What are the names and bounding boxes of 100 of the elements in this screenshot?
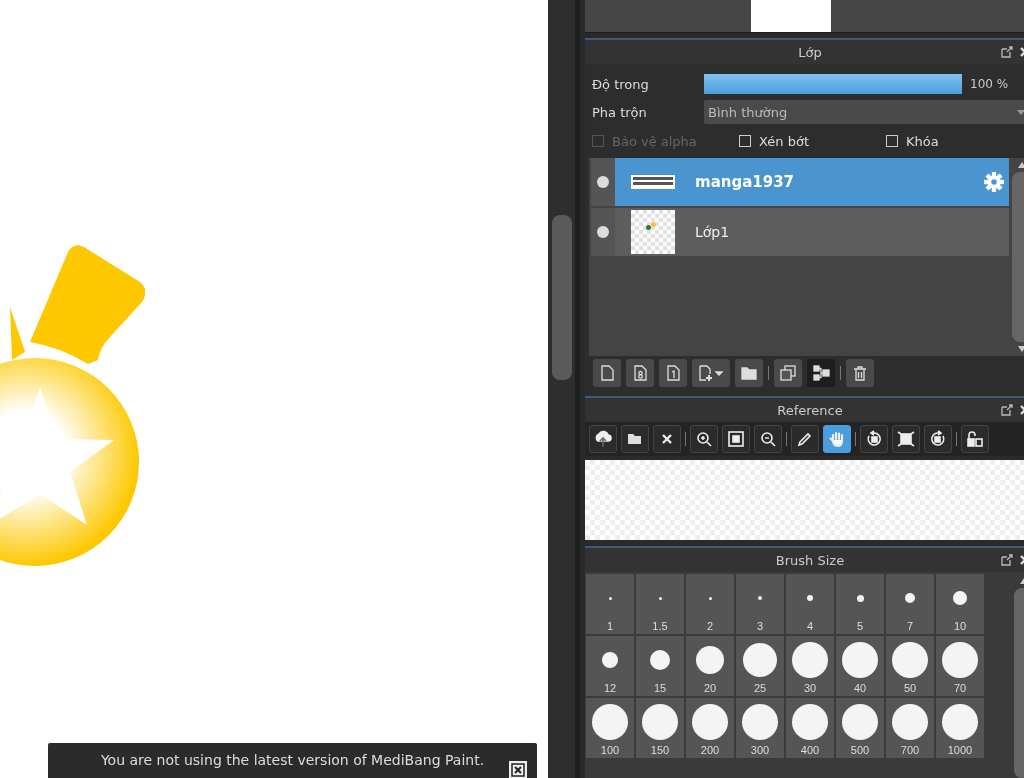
- brush-size-button[interactable]: 100: [586, 698, 634, 758]
- brush-size-button[interactable]: 20: [686, 636, 734, 696]
- toolbar-button[interactable]: [754, 425, 782, 453]
- brush-size-button[interactable]: 7: [886, 574, 934, 634]
- brush-size-button[interactable]: 700: [886, 698, 934, 758]
- layer-name: manga1937: [695, 173, 796, 191]
- brush-dot-icon: [743, 643, 777, 677]
- opacity-slider[interactable]: [704, 74, 962, 94]
- toolbar-button[interactable]: [807, 359, 835, 387]
- brush-dot-icon: [608, 596, 612, 600]
- brush-size-button[interactable]: 5: [836, 574, 884, 634]
- toolbar-button[interactable]: [626, 359, 654, 387]
- page-icon: [598, 364, 616, 382]
- layer-item[interactable]: Lớp1: [615, 208, 1009, 256]
- toolbar-button[interactable]: [692, 359, 730, 387]
- toolbar-button[interactable]: [924, 425, 952, 453]
- brush-dot-icon: [642, 704, 678, 740]
- layer-option-checkbox[interactable]: Khóa: [886, 133, 1024, 149]
- blend-mode-dropdown[interactable]: Bình thường: [704, 100, 1024, 124]
- zoom-out-icon: [759, 430, 777, 448]
- brush-size-button[interactable]: 15: [636, 636, 684, 696]
- panel-title: Lớp: [797, 44, 823, 60]
- brush-dot-icon: [807, 595, 813, 601]
- brush-size-button[interactable]: 300: [736, 698, 784, 758]
- toolbar-button[interactable]: [735, 359, 763, 387]
- notification-message: You are not using the latest version of MediBang Paint.: [100, 751, 485, 769]
- brush-size-button[interactable]: 10: [936, 574, 984, 634]
- rotate-right-icon: [929, 430, 947, 448]
- toolbar-button[interactable]: [961, 425, 989, 453]
- up-arrow-icon[interactable]: [1018, 162, 1024, 168]
- brush-dot-icon: [792, 642, 828, 678]
- opacity-value: 100 %: [970, 77, 1009, 91]
- pop-out-icon[interactable]: [1001, 46, 1013, 58]
- down-arrow-icon[interactable]: [1018, 346, 1024, 352]
- gear-icon[interactable]: [983, 171, 1005, 193]
- pop-out-icon[interactable]: [1001, 554, 1013, 566]
- visibility-toggle[interactable]: [591, 208, 615, 256]
- layer-item[interactable]: manga1937: [615, 158, 1009, 206]
- toolbar-button[interactable]: [722, 425, 750, 453]
- brush-size-button[interactable]: 2: [686, 574, 734, 634]
- visibility-toggle[interactable]: [591, 158, 615, 206]
- rotate-left-icon: [865, 430, 883, 448]
- fit-icon: [727, 430, 745, 448]
- stacked-pages-icon: [779, 364, 797, 382]
- brush-dot-icon: [692, 704, 728, 740]
- brush-dot-icon: [856, 594, 864, 602]
- scrollbar-thumb[interactable]: [551, 215, 572, 380]
- canvas-scrollbar[interactable]: [548, 0, 580, 778]
- panel-title: Reference: [776, 402, 844, 418]
- toolbar-button[interactable]: [589, 425, 617, 453]
- hand-icon: [828, 430, 846, 448]
- expand-icon: [897, 430, 915, 448]
- opacity-label: Độ trong: [591, 76, 650, 92]
- brush-size-button[interactable]: 12: [586, 636, 634, 696]
- brush-size-button[interactable]: 500: [836, 698, 884, 758]
- brush-dot-icon: [953, 591, 967, 605]
- page-plus-icon: [697, 364, 725, 382]
- layer-option-checkbox[interactable]: Xén bớt: [739, 133, 886, 149]
- brush-size-button[interactable]: 4: [786, 574, 834, 634]
- upload-icon: [594, 430, 612, 448]
- brush-size-button[interactable]: 1000: [936, 698, 984, 758]
- brush-dot-icon: [792, 704, 828, 740]
- brush-size-button[interactable]: 70: [936, 636, 984, 696]
- close-icon: [511, 763, 525, 777]
- brush-size-button[interactable]: 400: [786, 698, 834, 758]
- brush-size-button[interactable]: 25: [736, 636, 784, 696]
- page-1-icon: [664, 364, 682, 382]
- brush-dot-icon: [942, 642, 978, 678]
- brush-dot-icon: [708, 596, 712, 600]
- brush-dot-icon: [842, 704, 878, 740]
- brush-dot-icon: [602, 652, 618, 668]
- brush-dot-icon: [650, 650, 670, 670]
- toolbar-button[interactable]: [892, 425, 920, 453]
- toolbar-button[interactable]: [690, 425, 718, 453]
- panel-title: Brush Size: [774, 552, 846, 568]
- caret-icon: [1017, 109, 1024, 115]
- toolbar-button[interactable]: [791, 425, 819, 453]
- merge-icon: [812, 364, 830, 382]
- brush-size-button[interactable]: 1.5: [636, 574, 684, 634]
- toolbar-button[interactable]: [653, 425, 681, 453]
- brush-size-button[interactable]: 200: [686, 698, 734, 758]
- layer-thumbnail: [631, 210, 675, 254]
- brush-size-button[interactable]: 3: [736, 574, 784, 634]
- brush-size-button[interactable]: 50: [886, 636, 934, 696]
- brush-size-button[interactable]: 150: [636, 698, 684, 758]
- brush-dot-icon: [592, 704, 628, 740]
- brush-size-button[interactable]: 1: [586, 574, 634, 634]
- zoom-in-icon: [695, 430, 713, 448]
- brush-dot-icon: [758, 596, 762, 600]
- close-button[interactable]: [509, 761, 527, 778]
- brush-size-button[interactable]: 30: [786, 636, 834, 696]
- layer-name: Lớp1: [695, 224, 731, 240]
- brush-dot-icon: [905, 593, 915, 603]
- toolbar-button[interactable]: [846, 359, 874, 387]
- toolbar-button[interactable]: [860, 425, 888, 453]
- toolbar-button[interactable]: [621, 425, 649, 453]
- brush-size-button[interactable]: 40: [836, 636, 884, 696]
- pop-out-icon[interactable]: [1001, 404, 1013, 416]
- brush-dot-icon: [892, 642, 928, 678]
- brush-dot-icon: [842, 642, 878, 678]
